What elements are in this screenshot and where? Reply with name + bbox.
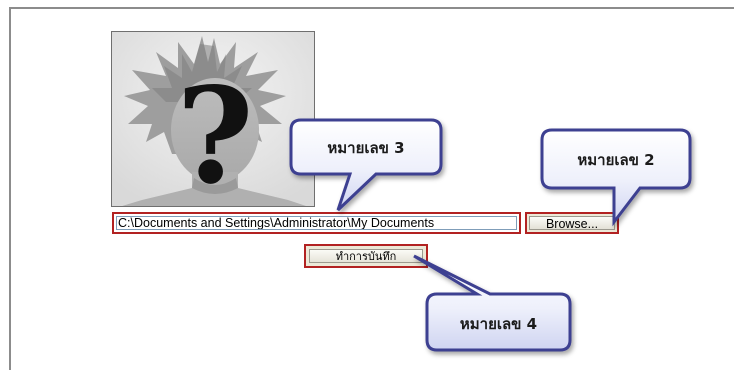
callout-4-label: หมายเลข 4: [459, 315, 538, 333]
callout-2-label: หมายเลข 2: [577, 151, 655, 169]
file-path-field-highlight: [112, 212, 521, 234]
svg-text:?: ?: [176, 59, 253, 207]
unknown-user-question-mark-icon: ?: [112, 32, 314, 207]
panel-left-border: [9, 7, 11, 370]
file-path-input[interactable]: [116, 216, 517, 230]
browse-button[interactable]: Browse...: [529, 216, 615, 231]
panel-top-border: [9, 7, 734, 9]
save-button-highlight: ทำการบันทึก: [304, 244, 428, 268]
callout-3-label: หมายเลข 3: [327, 139, 405, 157]
save-button[interactable]: ทำการบันทึก: [309, 249, 423, 263]
unknown-user-avatar: ?: [111, 31, 315, 207]
browse-button-highlight: Browse...: [525, 212, 619, 234]
callout-2-bubble: [540, 128, 692, 227]
upload-profile-picture-panel: ? Browse... ทำการบันทึก หมายเ: [0, 0, 734, 370]
